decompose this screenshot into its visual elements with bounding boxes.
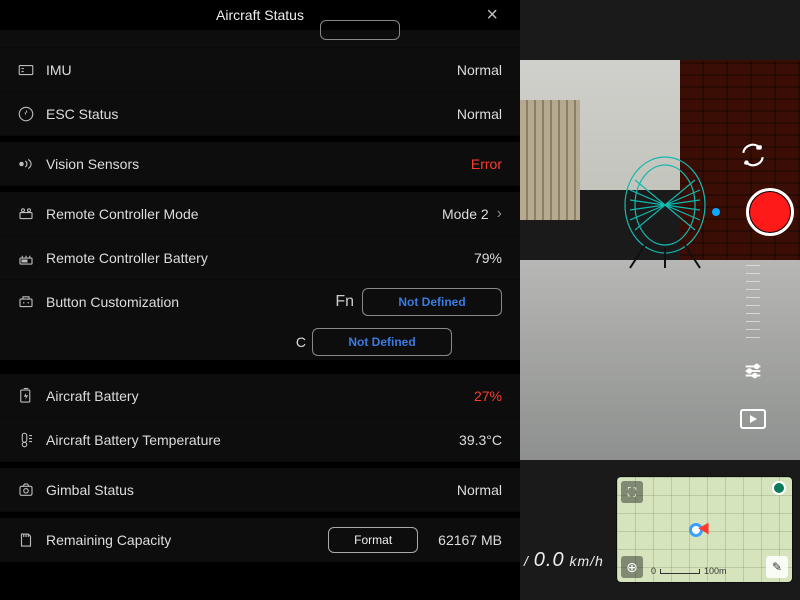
close-icon[interactable]: × (486, 4, 498, 27)
row-value: 39.3°C (459, 432, 502, 448)
row-rc-mode[interactable]: Remote Controller Mode Mode 2 › (0, 192, 520, 236)
app-root: Aircraft Status × IMU Normal ESC Status … (0, 0, 800, 600)
telemetry-unit: km/h (569, 553, 603, 569)
row-value: Normal (457, 62, 502, 78)
imu-icon (12, 61, 40, 79)
esc-icon (12, 105, 40, 123)
row-label: Aircraft Battery Temperature (46, 432, 221, 448)
rc-battery-icon (12, 249, 40, 267)
row-label: ESC Status (46, 106, 118, 122)
ghost-button[interactable] (320, 20, 400, 40)
map-expand-icon[interactable]: ⛶ (621, 481, 643, 503)
c-assign-button[interactable]: Not Defined (312, 328, 452, 356)
camera-swap-icon[interactable] (738, 140, 768, 170)
map-aircraft-marker (689, 523, 703, 537)
row-imu[interactable]: IMU Normal (0, 48, 520, 92)
gimbal-icon (12, 481, 40, 499)
row-value: 62167 MB (438, 532, 502, 548)
vision-icon (12, 155, 40, 173)
record-button[interactable] (746, 188, 794, 236)
status-panel: Aircraft Status × IMU Normal ESC Status … (0, 0, 520, 600)
camera-side-controls (712, 140, 794, 434)
sd-card-icon (12, 531, 40, 549)
mini-map[interactable]: ⛶ ⊕ 0 100m ✎ (617, 477, 792, 582)
format-button[interactable]: Format (328, 527, 418, 553)
map-scale-zero: 0 (651, 566, 656, 576)
row-value: 79% (474, 250, 502, 266)
row-label: Remote Controller Battery (46, 250, 208, 266)
row-gimbal[interactable]: Gimbal Status Normal (0, 468, 520, 512)
playback-icon[interactable] (738, 404, 768, 434)
map-scale-label: 100m (704, 566, 727, 576)
fn-key-label: Fn (335, 293, 354, 311)
telemetry-value: 0.0 (534, 549, 565, 571)
row-label: Vision Sensors (46, 156, 139, 172)
row-esc[interactable]: ESC Status Normal (0, 92, 520, 136)
camera-settings-icon[interactable] (738, 356, 768, 386)
exposure-scale[interactable] (746, 258, 760, 338)
row-label: IMU (46, 62, 72, 78)
map-home-pin (772, 481, 786, 495)
map-scale: 0 100m (651, 566, 727, 576)
camera-bg-fence (520, 100, 580, 220)
row-value: 27% (474, 388, 502, 404)
map-zoom-in-icon[interactable]: ⊕ (621, 556, 643, 578)
temp-icon (12, 431, 40, 449)
row-value: Error (471, 156, 502, 172)
aircraft-battery-icon (12, 387, 40, 405)
row-remaining-capacity[interactable]: Remaining Capacity Format 62167 MB (0, 518, 520, 562)
rc-mode-icon (12, 205, 40, 223)
camera-view: / 0.0 km/h ⛶ ⊕ 0 100m ✎ (520, 0, 800, 600)
row-cutoff (0, 30, 520, 48)
row-button-c: C Not Defined (0, 324, 520, 360)
button-custom-icon (12, 293, 40, 311)
row-aircraft-temp[interactable]: Aircraft Battery Temperature 39.3°C (0, 418, 520, 462)
panel-header: Aircraft Status × (0, 0, 520, 30)
row-label: Button Customization (46, 294, 179, 310)
row-value: Mode 2 (442, 206, 489, 222)
record-indicator-dot (712, 208, 720, 216)
row-value: Normal (457, 482, 502, 498)
map-edit-icon[interactable]: ✎ (766, 556, 788, 578)
telemetry-speed: / 0.0 km/h (524, 549, 604, 572)
telemetry-prefix: / (524, 553, 529, 569)
row-rc-battery[interactable]: Remote Controller Battery 79% (0, 236, 520, 280)
panel-title: Aircraft Status (216, 7, 304, 23)
c-key-label: C (46, 334, 306, 350)
row-vision[interactable]: Vision Sensors Error (0, 142, 520, 186)
fn-assign-button[interactable]: Not Defined (362, 288, 502, 316)
chevron-right-icon: › (497, 205, 502, 223)
row-aircraft-battery[interactable]: Aircraft Battery 27% (0, 374, 520, 418)
row-value: Normal (457, 106, 502, 122)
row-label: Remaining Capacity (46, 532, 171, 548)
row-label: Gimbal Status (46, 482, 134, 498)
camera-bg-chair (610, 150, 710, 270)
row-label: Remote Controller Mode (46, 206, 199, 222)
row-label: Aircraft Battery (46, 388, 139, 404)
row-button-customization: Button Customization Fn Not Defined (0, 280, 520, 324)
